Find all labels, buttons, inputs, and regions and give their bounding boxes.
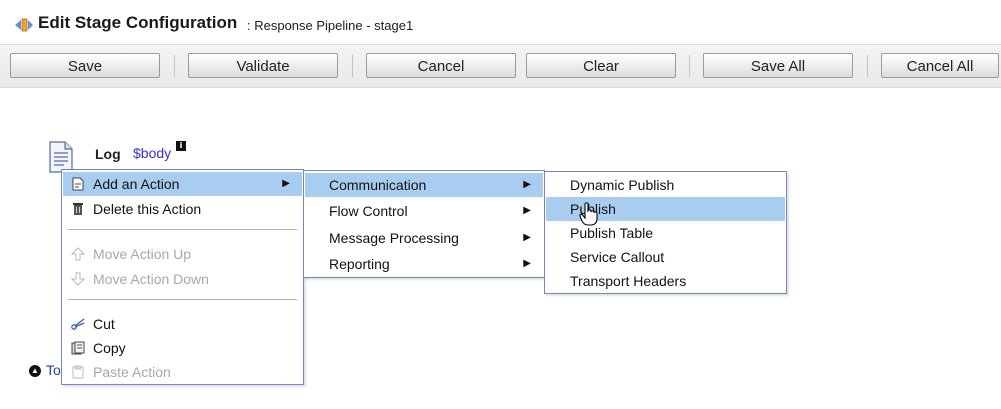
submenu-item-transport-headers[interactable]: Transport Headers bbox=[546, 269, 785, 293]
submenu-item-flow-control[interactable]: Flow Control ▶ bbox=[305, 199, 543, 223]
scissors-icon bbox=[71, 318, 85, 330]
submenu-item-dynamic-publish[interactable]: Dynamic Publish bbox=[546, 173, 785, 197]
paste-icon bbox=[72, 365, 84, 379]
arrow-down-icon bbox=[71, 272, 85, 286]
menu-divider bbox=[68, 299, 297, 303]
save-button[interactable]: Save bbox=[10, 53, 160, 78]
submenu-item-reporting[interactable]: Reporting ▶ bbox=[305, 252, 543, 276]
action-expression-link[interactable]: $body bbox=[133, 145, 171, 161]
chevron-right-icon: ▶ bbox=[282, 178, 290, 189]
toolbar-divider bbox=[867, 55, 868, 77]
chevron-right-icon: ▶ bbox=[523, 205, 531, 216]
action-context-menu: Add an Action ▶ Delete this Action Move … bbox=[61, 169, 304, 385]
menu-item-move-up: Move Action Up bbox=[63, 242, 302, 266]
info-icon[interactable]: i bbox=[176, 141, 186, 151]
hand-cursor-icon bbox=[579, 202, 598, 226]
menu-item-paste: Paste Action bbox=[63, 360, 302, 384]
toolbar-divider bbox=[352, 55, 353, 77]
bottom-link[interactable]: To bbox=[46, 362, 62, 378]
submenu-item-service-callout[interactable]: Service Callout bbox=[546, 245, 785, 269]
menu-divider bbox=[68, 229, 297, 233]
up-arrow-circle-icon[interactable]: ▲ bbox=[29, 365, 41, 377]
copy-icon bbox=[71, 341, 85, 355]
clear-button[interactable]: Clear bbox=[526, 53, 676, 78]
chevron-right-icon: ▶ bbox=[523, 258, 531, 269]
menu-item-move-down: Move Action Down bbox=[63, 267, 302, 291]
chevron-right-icon: ▶ bbox=[523, 179, 531, 190]
toolbar-divider bbox=[689, 55, 690, 77]
submenu-item-message-processing[interactable]: Message Processing ▶ bbox=[305, 226, 543, 250]
communication-submenu: Dynamic Publish Publish Publish Table Se… bbox=[544, 171, 787, 294]
submenu-item-communication[interactable]: Communication ▶ bbox=[305, 173, 543, 197]
action-name[interactable]: Log bbox=[95, 146, 121, 162]
arrow-up-icon bbox=[71, 247, 85, 261]
save-all-button[interactable]: Save All bbox=[703, 53, 853, 78]
page-header: Edit Stage Configuration : Response Pipe… bbox=[0, 0, 1001, 45]
toolbar: Save Validate Cancel Clear Save All Canc… bbox=[0, 45, 1001, 88]
menu-item-copy[interactable]: Copy bbox=[63, 336, 302, 360]
menu-item-cut[interactable]: Cut bbox=[63, 312, 302, 336]
toolbar-divider bbox=[174, 55, 175, 77]
cancel-button[interactable]: Cancel bbox=[366, 53, 516, 78]
page-subtitle: : Response Pipeline - stage1 bbox=[247, 18, 414, 33]
menu-item-add-action[interactable]: Add an Action ▶ bbox=[63, 172, 302, 196]
validate-button[interactable]: Validate bbox=[188, 53, 338, 78]
cancel-all-button[interactable]: Cancel All bbox=[881, 53, 999, 78]
add-action-submenu: Communication ▶ Flow Control ▶ Message P… bbox=[303, 170, 545, 278]
menu-item-delete-action[interactable]: Delete this Action bbox=[63, 197, 302, 221]
page-title: Edit Stage Configuration bbox=[38, 13, 238, 32]
pipeline-stage-icon bbox=[15, 18, 33, 32]
chevron-right-icon: ▶ bbox=[523, 232, 531, 243]
trash-icon bbox=[73, 203, 83, 215]
add-action-icon bbox=[72, 177, 84, 191]
